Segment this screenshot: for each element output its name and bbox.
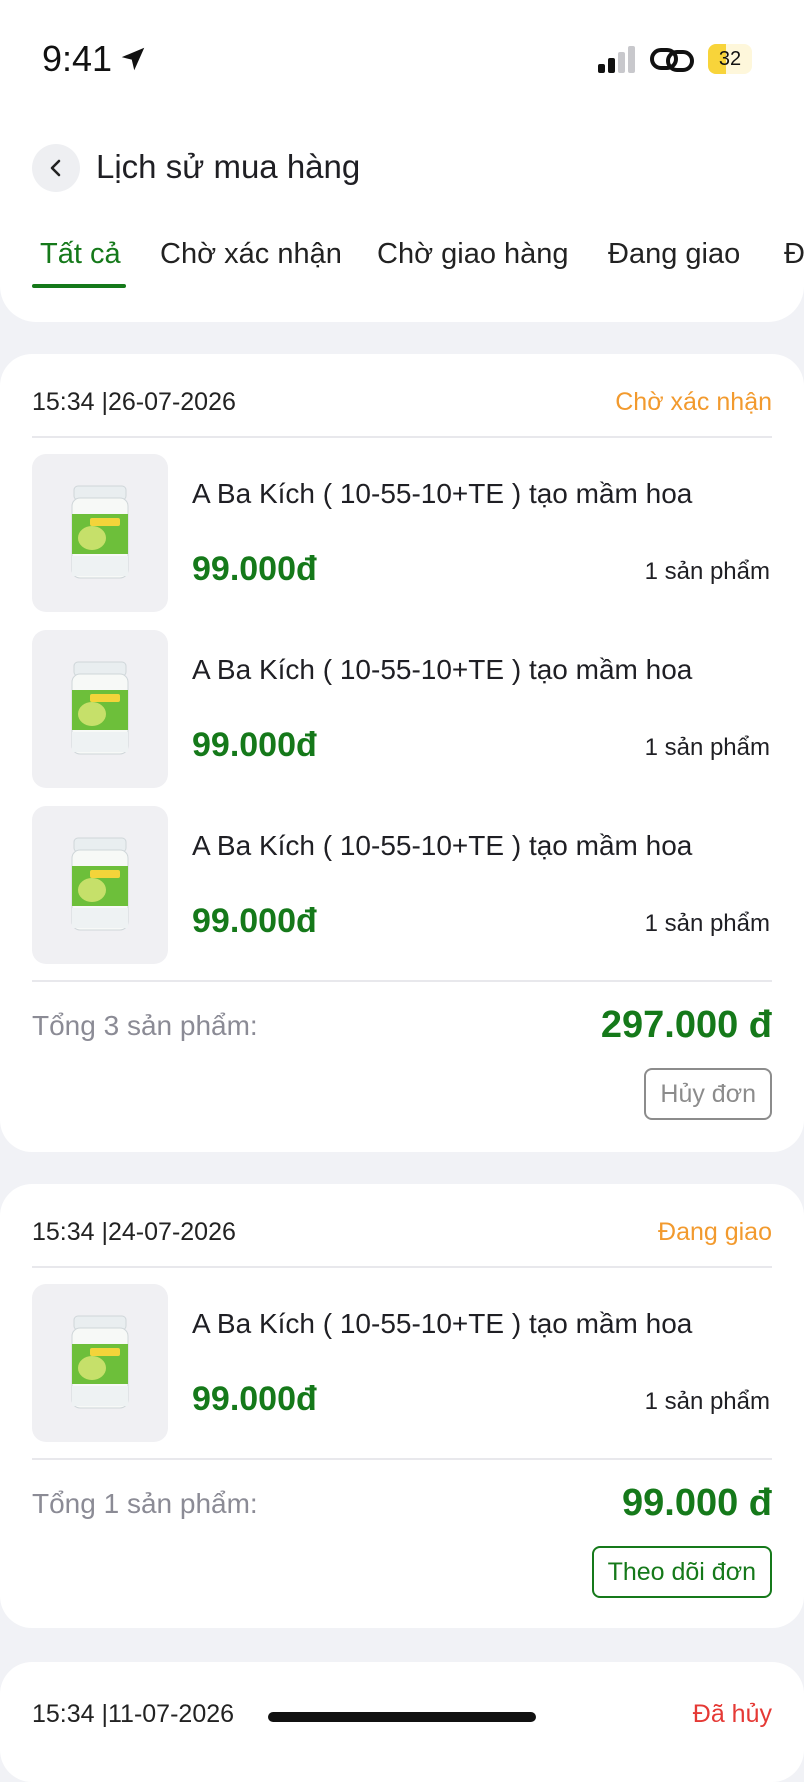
- track-order-button[interactable]: Theo dõi đơn: [591, 1546, 772, 1598]
- order-total-value: 99.000 đ: [622, 1482, 772, 1524]
- product-quantity: 1 sản phẩm: [644, 910, 770, 937]
- product-price: 99.000đ: [192, 726, 317, 764]
- status-time: 9:41: [42, 38, 113, 79]
- tab-all[interactable]: Tất cả: [40, 238, 121, 271]
- status-bar: 9:41 32: [0, 0, 804, 120]
- tab-awaiting-delivery[interactable]: Chờ giao hàng: [377, 238, 569, 271]
- chevron-left-icon: [50, 159, 61, 177]
- product-jar-icon: [71, 837, 129, 931]
- battery-level: 32: [718, 48, 742, 70]
- back-button[interactable]: [32, 144, 80, 192]
- product-price: 99.000đ: [192, 902, 317, 940]
- product-name: A Ba Kích ( 10-55-10+TE ) tạo mầm hoa: [192, 654, 693, 685]
- product-jar-icon: [71, 661, 129, 755]
- divider: [32, 436, 772, 438]
- order-status: Chờ xác nhận: [615, 388, 772, 416]
- product-quantity: 1 sản phẩm: [644, 734, 770, 761]
- product-image: [32, 454, 168, 612]
- order-item[interactable]: A Ba Kích ( 10-55-10+TE ) tạo mầm hoa 99…: [32, 806, 772, 964]
- product-image: [32, 630, 168, 788]
- tab-pending-confirmation[interactable]: Chờ xác nhận: [160, 238, 342, 271]
- product-quantity: 1 sản phẩm: [644, 558, 770, 585]
- home-indicator: [268, 1712, 536, 1722]
- order-item[interactable]: A Ba Kích ( 10-55-10+TE ) tạo mầm hoa 99…: [32, 454, 772, 612]
- divider: [32, 1458, 772, 1460]
- product-name: A Ba Kích ( 10-55-10+TE ) tạo mầm hoa: [192, 1308, 693, 1339]
- order-total-label: Tổng 1 sản phẩm:: [32, 1488, 258, 1519]
- order-card[interactable]: 15:34 |26-07-2026 Chờ xác nhận A Ba Kích…: [0, 354, 804, 1152]
- order-total-value: 297.000 đ: [600, 1004, 772, 1046]
- page-title: Lịch sử mua hàng: [96, 148, 361, 185]
- tab-delivered-partial[interactable]: Đ: [784, 238, 804, 271]
- location-arrow-icon: [121, 47, 145, 71]
- battery-indicator: 32: [708, 44, 752, 74]
- divider: [32, 980, 772, 982]
- divider: [32, 1266, 772, 1268]
- order-item[interactable]: A Ba Kích ( 10-55-10+TE ) tạo mầm hoa 99…: [32, 630, 772, 788]
- order-status: Đã hủy: [692, 1700, 772, 1728]
- product-name: A Ba Kích ( 10-55-10+TE ) tạo mầm hoa: [192, 478, 693, 509]
- order-card[interactable]: 15:34 |11-07-2026 Đã hủy: [0, 1662, 804, 1782]
- product-jar-icon: [71, 485, 129, 579]
- order-datetime: 15:34 |26-07-2026: [32, 388, 236, 416]
- cancel-order-button[interactable]: Hủy đơn: [644, 1068, 772, 1120]
- product-quantity: 1 sản phẩm: [644, 1388, 770, 1415]
- active-tab-indicator: [32, 284, 126, 288]
- product-image: [32, 1284, 168, 1442]
- product-jar-icon: [71, 1315, 129, 1409]
- order-status: Đang giao: [658, 1218, 772, 1246]
- tab-shipping[interactable]: Đang giao: [608, 238, 740, 271]
- order-card[interactable]: 15:34 |24-07-2026 Đang giao A Ba Kích ( …: [0, 1184, 804, 1628]
- order-tabs: Tất cả Chờ xác nhận Chờ giao hàng Đang g…: [0, 228, 804, 290]
- product-price: 99.000đ: [192, 1380, 317, 1418]
- order-total-label: Tổng 3 sản phẩm:: [32, 1010, 258, 1041]
- product-image: [32, 806, 168, 964]
- link-icon: [650, 48, 694, 72]
- order-item[interactable]: A Ba Kích ( 10-55-10+TE ) tạo mầm hoa 99…: [32, 1284, 772, 1442]
- cellular-signal-icon: [598, 46, 635, 73]
- product-price: 99.000đ: [192, 550, 317, 588]
- header-panel: 9:41 32 Lịch sử mua hàng Tất cả Chờ xác …: [0, 0, 804, 322]
- order-datetime: 15:34 |24-07-2026: [32, 1218, 236, 1246]
- product-name: A Ba Kích ( 10-55-10+TE ) tạo mầm hoa: [192, 830, 693, 861]
- order-datetime: 15:34 |11-07-2026: [32, 1700, 235, 1728]
